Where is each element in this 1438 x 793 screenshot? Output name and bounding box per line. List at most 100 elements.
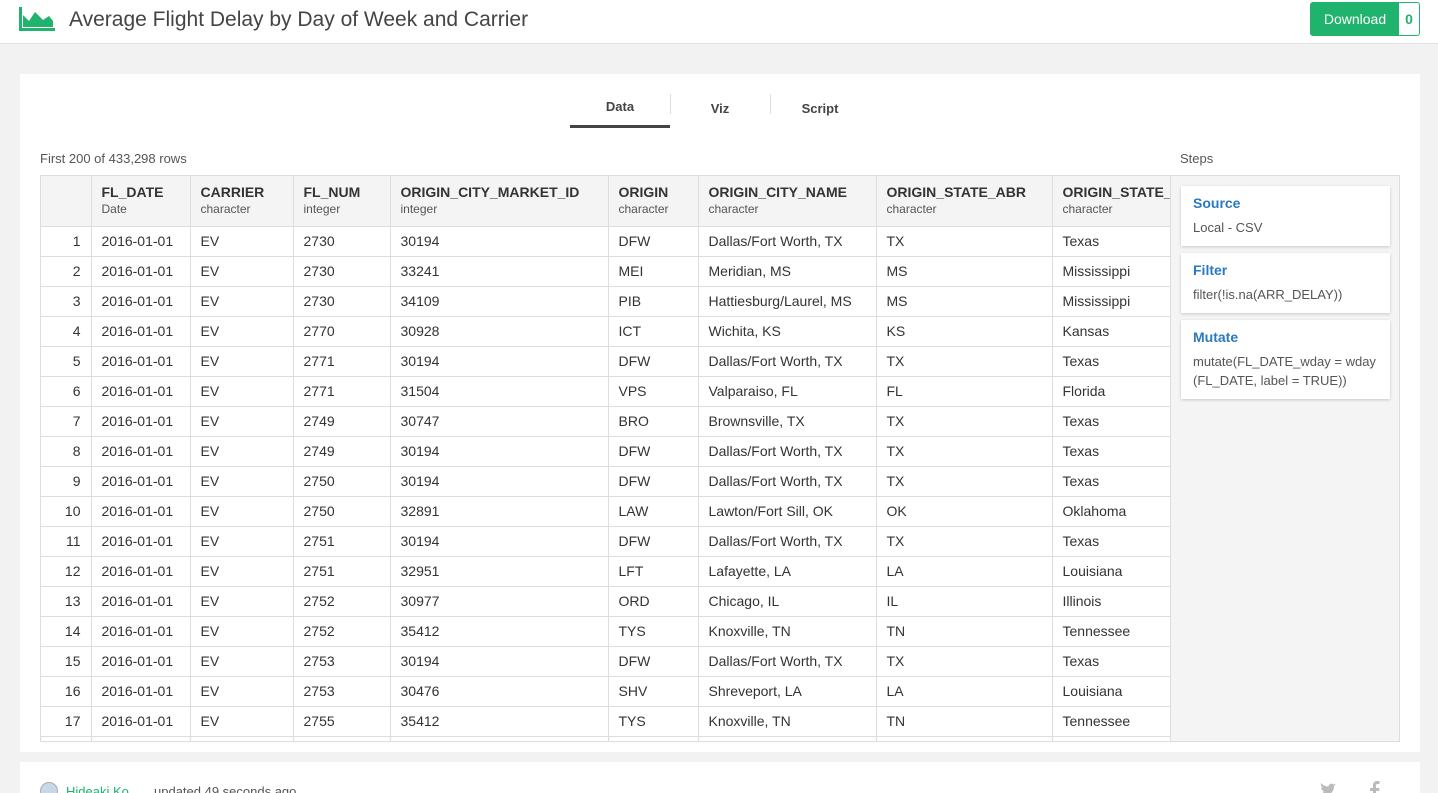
data-table: FL_DATE Date CARRIER character FL_NUM integer… (41, 176, 1171, 741)
step-mutate[interactable]: Mutate mutate(FL_DATE_wday = wday(FL_DAT… (1181, 320, 1390, 399)
twitter-icon[interactable] (1318, 780, 1338, 793)
column-name: ORIGIN_CITY_NAME (708, 184, 847, 200)
column-name: ORIGIN_STATE_NM (1062, 184, 1171, 200)
row-index: 17 (41, 706, 92, 737)
table-cell: Kansas (1052, 316, 1170, 347)
table-cell: DFW (608, 646, 699, 677)
table-cell: Meridian, MS (698, 256, 877, 287)
table-row[interactable]: 14 2016-01-01 EV 2752 35412 TYS Knoxville, TN T… (41, 616, 1170, 647)
table-cell: EV (190, 346, 294, 377)
table-row[interactable]: 12 2016-01-01 EV 2751 32951 LFT Lafayette, LA L… (41, 556, 1170, 587)
table-row[interactable]: 10 2016-01-01 EV 2750 32891 LAW Lawton/Fort Si… (41, 496, 1170, 527)
table-cell: EV (190, 316, 294, 347)
table-row[interactable]: 11 2016-01-01 EV 2751 30194 DFW Dallas/Fort Wo… (41, 526, 1170, 557)
tab-viz[interactable]: Viz (670, 88, 770, 128)
step-name[interactable]: Filter (1193, 262, 1378, 278)
table-cell: 2753 (293, 676, 391, 707)
table-cell: Valparaiso, FL (698, 376, 877, 407)
table-cell: Texas (1052, 406, 1170, 437)
step-filter[interactable]: Filter filter(!is.na(ARR_DELAY)) (1181, 253, 1390, 313)
table-cell: DFW (608, 466, 699, 497)
download-label[interactable]: Download (1311, 3, 1399, 35)
table-cell: 2751 (293, 526, 391, 557)
column-header[interactable]: ORIGIN character (608, 176, 699, 227)
row-index: 7 (41, 406, 92, 437)
table-cell: 2752 (293, 616, 391, 647)
table-row[interactable]: 7 2016-01-01 EV 2749 30747 BRO Brownsville, TX… (41, 406, 1170, 437)
column-header[interactable]: ORIGIN_STATE_ABR character (876, 176, 1053, 227)
column-header[interactable]: FL_NUM integer (293, 176, 391, 227)
step-name[interactable]: Mutate (1193, 329, 1378, 345)
table-cell: Dallas/Fort Worth, TX (698, 466, 877, 497)
table-cell: Oklahoma (1052, 496, 1170, 527)
table-cell: EV (190, 526, 294, 557)
table-cell: 30747 (390, 406, 609, 437)
column-name: FL_NUM (303, 184, 361, 200)
column-header[interactable]: ORIGIN_CITY_NAME character (698, 176, 877, 227)
table-row[interactable]: 8 2016-01-01 EV 2749 30194 DFW Dallas/Fort Wor… (41, 436, 1170, 467)
row-index: 11 (41, 526, 92, 557)
table-cell: TX (876, 406, 1053, 437)
table-cell: Mississippi (1052, 286, 1170, 317)
step-source[interactable]: Source Local - CSV (1181, 186, 1390, 246)
table-cell: 2749 (293, 406, 391, 437)
table-row[interactable]: 5 2016-01-01 EV 2771 30194 DFW Dallas/Fort Wor… (41, 346, 1170, 377)
table-cell: TX (876, 466, 1053, 497)
column-header[interactable]: FL_DATE Date (91, 176, 191, 227)
table-row[interactable]: 6 2016-01-01 EV 2771 31504 VPS Valparaiso, FL F… (41, 376, 1170, 407)
author-link[interactable]: Hideaki Ko (66, 784, 129, 793)
table-row[interactable]: 2 2016-01-01 EV 2730 33241 MEI Meridian, MS MS M… (41, 256, 1170, 287)
table-cell: DFW (608, 346, 699, 377)
table-cell: 2016-01-01 (91, 406, 191, 437)
table-cell: EV (190, 466, 294, 497)
table-cell: Texas (1052, 346, 1170, 377)
row-index: 5 (41, 346, 92, 377)
steps-panel: Source Local - CSV Filter filter(!is.na(… (1170, 175, 1400, 742)
table-cell: 31504 (390, 376, 609, 407)
main-panel: Data Viz Script First 200 of 433,298 row… (20, 74, 1420, 752)
table-cell: FL (876, 376, 1053, 407)
table-cell: 30928 (390, 316, 609, 347)
table-row[interactable]: 15 2016-01-01 EV 2753 30194 DFW Dallas/Fort Wo… (41, 646, 1170, 677)
row-index: 12 (41, 556, 92, 587)
column-header[interactable]: CARRIER character (190, 176, 294, 227)
table-row[interactable]: 4 2016-01-01 EV 2770 30928 ICT Wichita, KS KS Ka… (41, 316, 1170, 347)
column-name: ORIGIN_STATE_ABR (886, 184, 1027, 200)
row-count-info: First 200 of 433,298 rows (40, 151, 187, 166)
table-row[interactable] (41, 736, 1170, 741)
table-row[interactable]: 3 2016-01-01 EV 2730 34109 PIB Hattiesburg/Lau… (41, 286, 1170, 317)
table-cell (698, 736, 877, 741)
table-row[interactable]: 17 2016-01-01 EV 2755 35412 TYS Knoxville, TN T… (41, 706, 1170, 737)
table-cell: TX (876, 346, 1053, 377)
table-row[interactable]: 9 2016-01-01 EV 2750 30194 DFW Dallas/Fort Wor… (41, 466, 1170, 497)
table-cell: TYS (608, 616, 699, 647)
table-cell: 30194 (390, 226, 609, 257)
column-header[interactable]: ORIGIN_CITY_MARKET_ID integer (390, 176, 609, 227)
data-table-container[interactable]: FL_DATE Date CARRIER character FL_NUM integer… (40, 175, 1170, 742)
tab-script[interactable]: Script (770, 88, 870, 128)
table-cell: 2016-01-01 (91, 286, 191, 317)
updated-time: updated 49 seconds ago (154, 784, 297, 793)
table-cell: 2749 (293, 436, 391, 467)
table-cell: 34109 (390, 286, 609, 317)
table-row[interactable]: 1 2016-01-01 EV 2730 30194 DFW Dallas/Fort Wor… (41, 226, 1170, 257)
step-name[interactable]: Source (1193, 195, 1378, 211)
column-header[interactable]: ORIGIN_STATE_NM character (1052, 176, 1171, 227)
table-cell: 2016-01-01 (91, 676, 191, 707)
column-name: ORIGIN (618, 184, 669, 200)
table-row[interactable]: 16 2016-01-01 EV 2753 30476 SHV Shreveport, LA… (41, 676, 1170, 707)
facebook-icon[interactable] (1365, 780, 1385, 793)
table-cell: KS (876, 316, 1053, 347)
table-cell: 2016-01-01 (91, 316, 191, 347)
tab-data[interactable]: Data (570, 88, 670, 128)
column-type: character (1062, 202, 1113, 216)
table-cell: Lafayette, LA (698, 556, 877, 587)
table-cell: 2016-01-01 (91, 466, 191, 497)
table-cell: 30194 (390, 436, 609, 467)
download-button[interactable]: Download 0 (1310, 2, 1420, 36)
app-logo-icon[interactable] (19, 7, 55, 31)
avatar[interactable] (40, 782, 58, 793)
download-count: 0 (1405, 11, 1413, 27)
table-cell: 2016-01-01 (91, 346, 191, 377)
table-row[interactable]: 13 2016-01-01 EV 2752 30977 ORD Chicago, IL IL I… (41, 586, 1170, 617)
